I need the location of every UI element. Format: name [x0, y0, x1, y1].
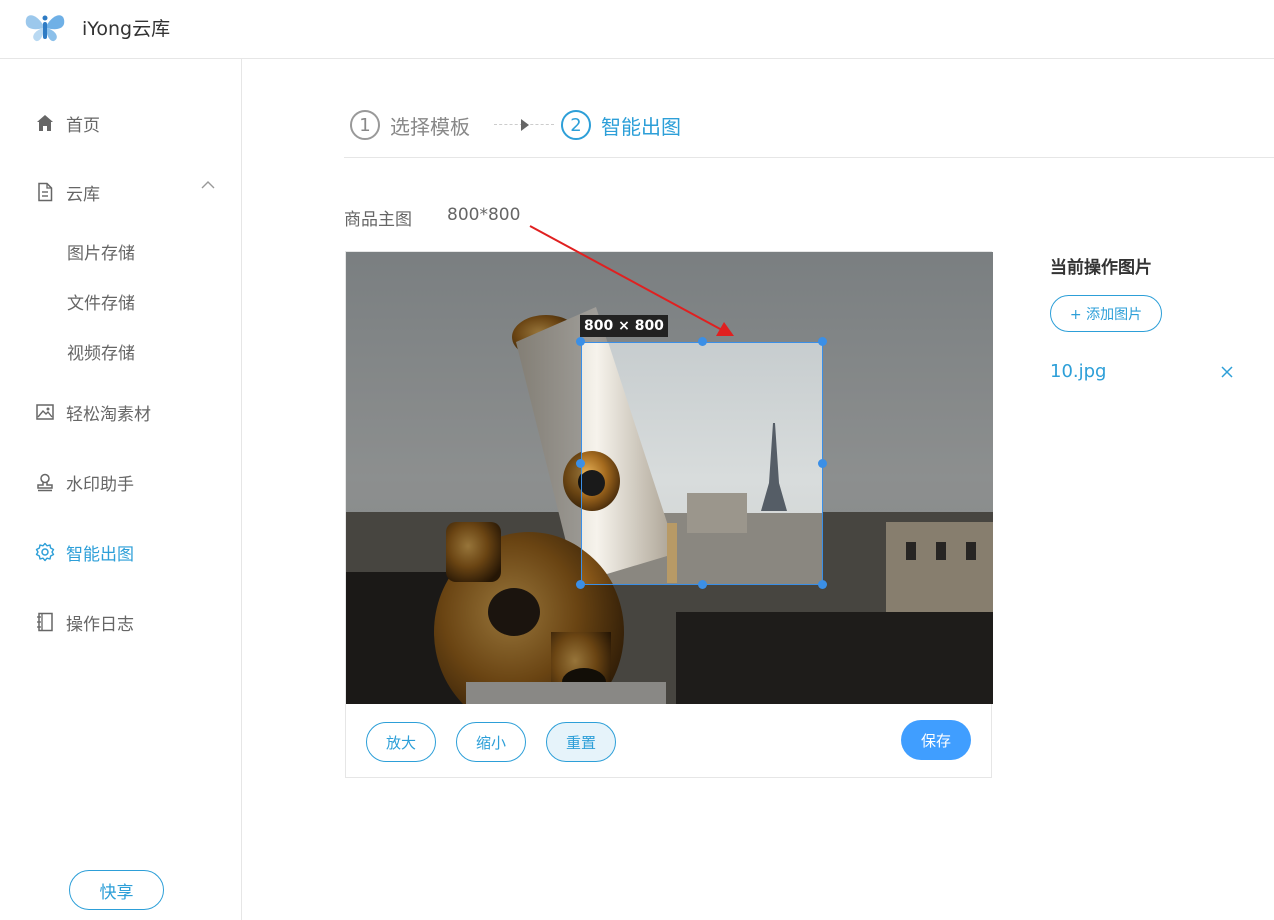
- sidebar-subitem-images[interactable]: 图片存储: [67, 239, 135, 264]
- sidebar: 首页 云库 图片存储 文件存储 视频存储 轻松淘素材 水印助手 智能出图 操作日…: [0, 59, 242, 920]
- step-bar: 1 选择模板 2 智能出图: [344, 95, 1274, 158]
- document-icon: [34, 181, 56, 203]
- sidebar-item-smart-image[interactable]: 智能出图: [34, 537, 134, 567]
- butterfly-logo-icon[interactable]: [24, 8, 66, 44]
- chevron-up-icon[interactable]: [200, 180, 216, 190]
- sidebar-item-label: 云库: [66, 184, 100, 205]
- product-image-label: 商品主图: [344, 210, 412, 230]
- sidebar-item-label: 操作日志: [66, 614, 134, 635]
- step-arrow-icon: [521, 119, 529, 131]
- sidebar-item-label: 轻松淘素材: [66, 404, 151, 425]
- sidebar-item-home[interactable]: 首页: [34, 108, 100, 138]
- crop-box[interactable]: [581, 342, 823, 585]
- top-header: iYong云库: [0, 0, 1274, 59]
- image-icon: [34, 401, 56, 423]
- reset-button[interactable]: 重置: [546, 722, 616, 762]
- step-number: 1: [350, 110, 380, 140]
- crop-preview: [582, 343, 822, 584]
- crop-handle-bl[interactable]: [576, 580, 585, 589]
- step-label: 智能出图: [601, 114, 681, 139]
- sidebar-item-watermark[interactable]: 水印助手: [34, 467, 134, 497]
- crop-handle-b[interactable]: [698, 580, 707, 589]
- sidebar-item-cloud[interactable]: 云库: [34, 177, 100, 207]
- home-icon: [34, 112, 56, 134]
- sidebar-subitem-videos[interactable]: 视频存储: [67, 339, 135, 364]
- crop-handle-tr[interactable]: [818, 337, 827, 346]
- share-button[interactable]: 快享: [69, 870, 164, 910]
- sidebar-item-logs[interactable]: 操作日志: [34, 607, 134, 637]
- crop-handle-t[interactable]: [698, 337, 707, 346]
- sidebar-item-materials[interactable]: 轻松淘素材: [34, 397, 151, 427]
- zoom-in-button[interactable]: 放大: [366, 722, 436, 762]
- step-smart-image[interactable]: 2 智能出图: [561, 110, 681, 140]
- step-label: 选择模板: [390, 114, 470, 139]
- current-image-title: 当前操作图片: [1050, 258, 1152, 278]
- zoom-out-button[interactable]: 缩小: [456, 722, 526, 762]
- crop-size-label: 800 × 800: [580, 315, 668, 337]
- gear-icon: [34, 541, 56, 563]
- crop-handle-tl[interactable]: [576, 337, 585, 346]
- sidebar-subitem-files[interactable]: 文件存储: [67, 289, 135, 314]
- sidebar-item-label: 智能出图: [66, 544, 134, 565]
- sidebar-item-label: 首页: [66, 115, 100, 136]
- notebook-icon: [34, 611, 56, 633]
- stamp-icon: [34, 471, 56, 493]
- app-title: iYong云库: [82, 18, 171, 40]
- product-image-size: 800*800: [447, 205, 521, 225]
- image-editor: [345, 251, 993, 778]
- step-select-template[interactable]: 1 选择模板: [350, 110, 470, 140]
- crop-handle-r[interactable]: [818, 459, 827, 468]
- step-number: 2: [561, 110, 591, 140]
- crop-handle-l[interactable]: [576, 459, 585, 468]
- close-icon[interactable]: [1219, 364, 1235, 380]
- sidebar-item-label: 水印助手: [66, 474, 134, 495]
- save-button[interactable]: 保存: [901, 720, 971, 760]
- crop-handle-br[interactable]: [818, 580, 827, 589]
- current-file-link[interactable]: 10.jpg: [1050, 361, 1106, 382]
- add-image-button[interactable]: + 添加图片: [1050, 295, 1162, 332]
